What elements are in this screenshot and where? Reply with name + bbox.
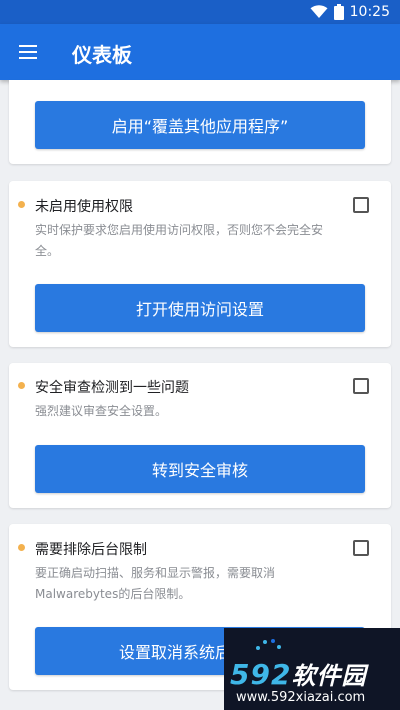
enable-overlay-button[interactable]: 启用“覆盖其他应用程序”: [35, 101, 365, 149]
status-bar: 10:25: [0, 0, 400, 24]
wifi-icon: [310, 5, 328, 18]
overlay-permission-card: 启用“覆盖其他应用程序”: [9, 80, 391, 164]
card-description: 要正确启动扫描、服务和显示警报，需要取消Malwarebytes的后台限制。: [35, 566, 276, 601]
menu-button[interactable]: [10, 34, 46, 70]
warning-dot: [18, 201, 25, 208]
card-title: 安全审查检测到一些问题: [35, 380, 189, 396]
security-audit-card: 安全审查检测到一些问题 强烈建议审查安全设置。 转到安全审核: [9, 363, 391, 508]
page-title: 仪表板: [72, 43, 132, 67]
card-description: 实时保护要求您启用使用访问权限，否则您不会完全安全。: [35, 223, 324, 258]
warning-dot: [18, 382, 25, 389]
background-restriction-checkbox[interactable]: [353, 540, 369, 556]
menu-icon: [19, 45, 37, 59]
card-title: 需要排除后台限制: [35, 542, 147, 558]
usage-access-checkbox[interactable]: [353, 197, 369, 213]
status-time: 10:25: [349, 4, 390, 20]
warning-dot: [18, 544, 25, 551]
watermark: 592软件园 www.592xiazai.com: [224, 628, 400, 710]
security-audit-checkbox[interactable]: [353, 378, 369, 394]
card-description: 强烈建议审查安全设置。: [35, 404, 168, 418]
app-bar: 仪表板: [0, 24, 400, 80]
go-to-security-audit-button[interactable]: 转到安全审核: [35, 445, 365, 493]
loading-spinner-icon: [256, 639, 281, 650]
watermark-url: www.592xiazai.com: [236, 690, 366, 705]
button-label: 设置取消系统后: [119, 643, 232, 662]
open-usage-access-button[interactable]: 打开使用访问设置: [35, 284, 365, 332]
card-title: 未启用使用权限: [35, 199, 133, 215]
battery-icon: [333, 4, 344, 20]
watermark-logo: 592软件园: [230, 658, 367, 691]
usage-access-card: 未启用使用权限 实时保护要求您启用使用访问权限，否则您不会完全安全。 打开使用访…: [9, 181, 391, 347]
